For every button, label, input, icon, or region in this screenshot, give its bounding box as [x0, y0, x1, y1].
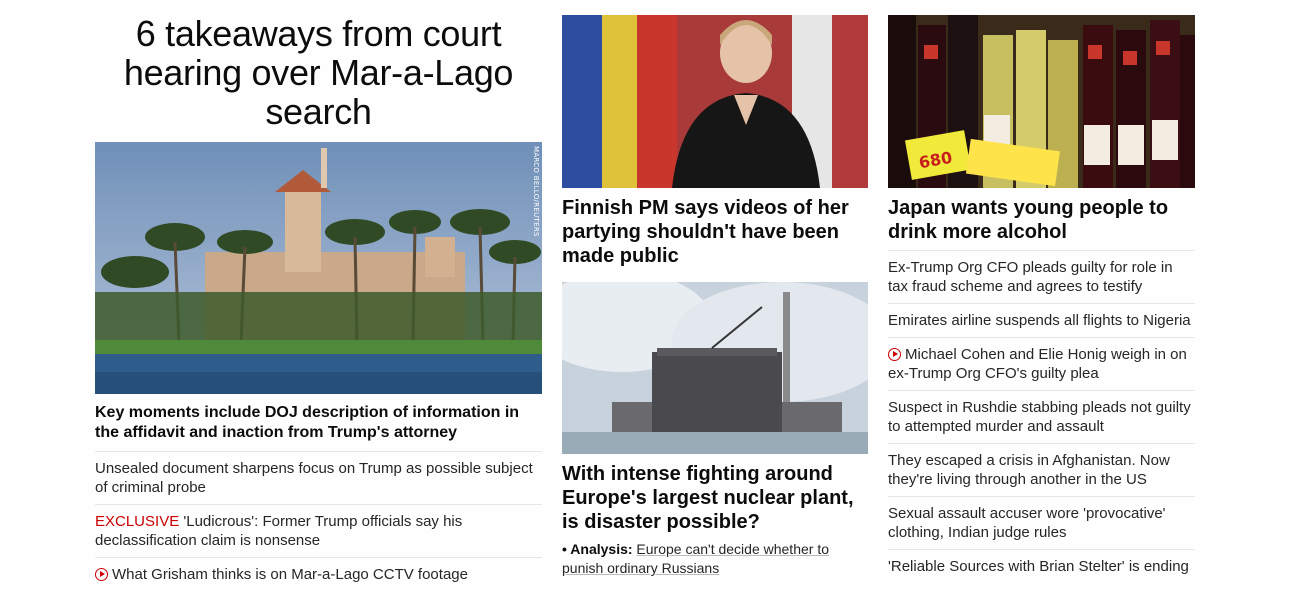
finnish-pm-image[interactable]	[562, 15, 868, 188]
link-text[interactable]: Suspect in Rushdie stabbing pleads not g…	[888, 399, 1191, 435]
lead-story-headline[interactable]: Key moments include DOJ description of i…	[95, 403, 542, 443]
analysis-bullet: •	[562, 541, 567, 557]
lead-story-title[interactable]: 6 takeaways from court hearing over Mar-…	[95, 14, 542, 131]
image-credit: MARCO BELLO/REUTERS	[532, 146, 540, 237]
list-item[interactable]: Ex-Trump Org CFO pleads guilty for role …	[888, 250, 1195, 303]
link-text[interactable]: Sexual assault accuser wore 'provocative…	[888, 505, 1166, 541]
right-column: 680 Japan wants young people to drink mo…	[888, 0, 1195, 583]
list-item[interactable]: Unsealed document sharpens focus on Trum…	[95, 451, 542, 504]
list-item[interactable]: Emirates airline suspends all flights to…	[888, 303, 1195, 337]
mar-a-lago-image[interactable]: MARCO BELLO/REUTERS	[95, 142, 542, 394]
list-item[interactable]: Suspect in Rushdie stabbing pleads not g…	[888, 390, 1195, 443]
finnish-pm-headline[interactable]: Finnish PM says videos of her partying s…	[562, 196, 868, 268]
right-related-links: Ex-Trump Org CFO pleads guilty for role …	[888, 250, 1195, 583]
lead-related-links: Unsealed document sharpens focus on Trum…	[95, 451, 542, 591]
exclusive-label: EXCLUSIVE	[95, 513, 180, 530]
link-text[interactable]: Michael Cohen and Elie Honig weigh in on…	[888, 346, 1187, 382]
nuclear-plant-image[interactable]	[562, 282, 868, 454]
alcohol-headline[interactable]: Japan wants young people to drink more a…	[888, 196, 1195, 244]
nuclear-plant-headline[interactable]: With intense fighting around Europe's la…	[562, 462, 868, 534]
alcohol-image[interactable]: 680	[888, 15, 1195, 188]
list-item[interactable]: What Grisham thinks is on Mar-a-Lago CCT…	[95, 557, 542, 591]
play-icon	[95, 568, 108, 581]
link-text[interactable]: 'Reliable Sources with Brian Stelter' is…	[888, 558, 1189, 575]
play-icon	[888, 348, 901, 361]
list-item[interactable]: EXCLUSIVE 'Ludicrous': Former Trump offi…	[95, 504, 542, 557]
link-text[interactable]: They escaped a crisis in Afghanistan. No…	[888, 452, 1170, 488]
list-item[interactable]: They escaped a crisis in Afghanistan. No…	[888, 443, 1195, 496]
analysis-label: Analysis:	[570, 541, 633, 557]
middle-column: Finnish PM says videos of her partying s…	[562, 0, 868, 578]
link-text[interactable]: Emirates airline suspends all flights to…	[888, 312, 1191, 329]
analysis-link[interactable]: • Analysis: Europe can't decide whether …	[562, 540, 868, 578]
list-item[interactable]: Sexual assault accuser wore 'provocative…	[888, 496, 1195, 549]
link-text[interactable]: What Grisham thinks is on Mar-a-Lago CCT…	[112, 566, 468, 583]
link-text[interactable]: Unsealed document sharpens focus on Trum…	[95, 460, 533, 496]
link-text[interactable]: Ex-Trump Org CFO pleads guilty for role …	[888, 259, 1173, 295]
list-item[interactable]: Michael Cohen and Elie Honig weigh in on…	[888, 337, 1195, 390]
list-item[interactable]: 'Reliable Sources with Brian Stelter' is…	[888, 549, 1195, 583]
lead-story-column: 6 takeaways from court hearing over Mar-…	[95, 0, 542, 591]
